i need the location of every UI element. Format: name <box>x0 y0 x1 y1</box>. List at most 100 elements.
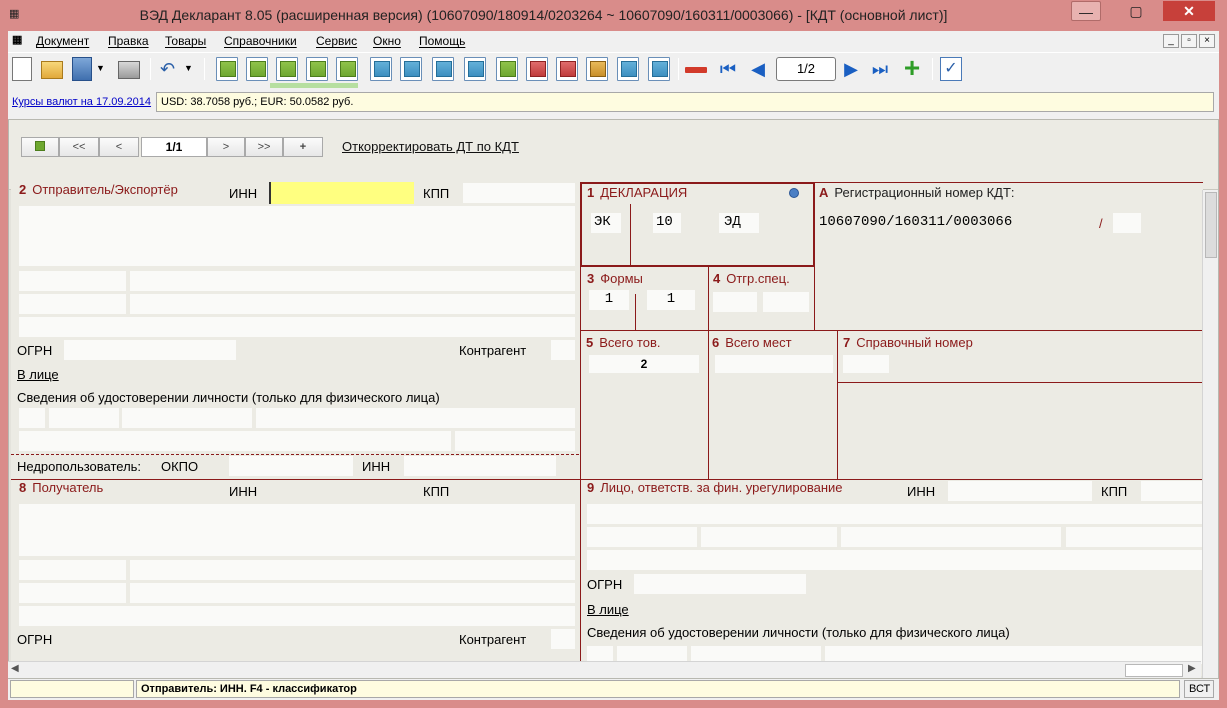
mdi-close-button[interactable]: × <box>1199 34 1215 48</box>
menu-references[interactable]: Справочники <box>224 34 297 48</box>
box2-v-lice-link[interactable]: В лице <box>17 367 59 382</box>
sender-id-series-input[interactable] <box>49 408 119 428</box>
form-icon[interactable] <box>526 57 548 81</box>
receiver-region-input[interactable] <box>130 560 575 580</box>
exchange-rates-link[interactable]: Курсы валют на 17.09.2014 <box>12 96 151 108</box>
forms-current-input[interactable]: 1 <box>589 290 629 310</box>
fin-person-ogrn-input[interactable] <box>634 574 806 594</box>
next-page-button[interactable]: > <box>207 137 245 157</box>
check-document-icon[interactable]: ✓ <box>940 57 962 81</box>
menu-window[interactable]: Окно <box>373 34 401 48</box>
sender-region-input[interactable] <box>130 271 575 291</box>
declaration-form-input[interactable]: ЭД <box>719 213 759 233</box>
sender-id-date-input[interactable] <box>455 431 575 451</box>
new-document-icon[interactable] <box>12 57 32 81</box>
kdt-correction-number-input[interactable] <box>1113 213 1141 233</box>
sender-kontragent-input[interactable] <box>551 340 575 360</box>
page-indicator[interactable]: 1/1 <box>141 137 207 157</box>
sender-kpp-input[interactable] <box>463 183 575 203</box>
correct-dt-link[interactable]: Откорректировать ДТ по КДТ <box>342 139 519 154</box>
sender-inn-input[interactable] <box>269 182 414 204</box>
form-icon[interactable] <box>246 57 268 81</box>
menu-document[interactable]: Документ <box>36 34 89 48</box>
form-icon[interactable] <box>464 57 486 81</box>
last-sheet-icon[interactable]: ⏭ <box>870 59 890 81</box>
maximize-button[interactable]: ▢ <box>1121 1 1151 21</box>
attachment-icon[interactable] <box>617 57 639 81</box>
mdi-restore-button[interactable]: ▫ <box>1181 34 1197 48</box>
nedro-okpo-input[interactable] <box>229 456 353 476</box>
total-goods-value[interactable]: 2 <box>589 355 699 373</box>
receiver-city-input[interactable] <box>130 583 575 603</box>
sender-city-input[interactable] <box>130 294 575 314</box>
form-icon[interactable] <box>400 57 422 81</box>
kdt-registration-number[interactable]: 10607090/160311/0003066 <box>817 213 1090 233</box>
nedro-inn-input[interactable] <box>404 456 556 476</box>
horizontal-scroll-thumb[interactable] <box>1125 664 1183 677</box>
shipping-spec-input-1[interactable] <box>713 292 757 312</box>
undo-icon[interactable]: ↶ <box>160 57 182 81</box>
vertical-scroll-thumb[interactable] <box>1205 192 1217 258</box>
last-page-button[interactable]: >> <box>245 137 283 157</box>
menu-goods[interactable]: Товары <box>165 34 206 48</box>
scroll-left-icon[interactable]: ◀ <box>11 663 19 674</box>
total-places-input[interactable] <box>715 355 833 373</box>
close-button[interactable]: ✕ <box>1163 1 1215 21</box>
sender-id-issuer-input[interactable] <box>256 408 575 428</box>
box9-v-lice-link[interactable]: В лице <box>587 602 629 617</box>
add-sheet-icon[interactable]: + <box>900 54 924 82</box>
excel-icon[interactable] <box>496 57 518 81</box>
fin-person-postcode-input[interactable] <box>701 527 837 547</box>
form-icon[interactable] <box>370 57 392 81</box>
sender-street-input[interactable] <box>19 317 575 337</box>
receiver-country-code-input[interactable] <box>19 560 126 580</box>
previous-page-button[interactable]: < <box>99 137 139 157</box>
fin-person-country-input[interactable] <box>587 527 697 547</box>
save-dropdown-icon[interactable]: ▼ <box>96 63 106 87</box>
undo-dropdown-icon[interactable]: ▼ <box>184 63 194 87</box>
previous-sheet-icon[interactable]: ◀ <box>748 59 768 81</box>
info-icon[interactable] <box>789 188 799 198</box>
sender-id-extra-input[interactable] <box>19 431 451 451</box>
vertical-scrollbar[interactable] <box>1202 190 1218 678</box>
mdi-minimize-button[interactable]: _ <box>1163 34 1179 48</box>
form-icon[interactable] <box>306 57 328 81</box>
form-icon[interactable] <box>432 57 454 81</box>
add-page-button[interactable]: + <box>283 137 323 157</box>
fin-person-region-input[interactable] <box>841 527 1061 547</box>
list-icon[interactable] <box>276 57 298 81</box>
declaration-type-input[interactable]: ЭК <box>591 213 621 233</box>
form-icon[interactable] <box>556 57 578 81</box>
declaration-procedure-input[interactable]: 10 <box>653 213 681 233</box>
menu-service[interactable]: Сервис <box>316 34 357 48</box>
fin-person-kpp-input[interactable] <box>1141 481 1203 501</box>
reference-number-input[interactable] <box>843 355 889 373</box>
shipping-spec-input-2[interactable] <box>763 292 809 312</box>
sender-ogrn-input[interactable] <box>64 340 236 360</box>
menu-edit[interactable]: Правка <box>108 34 149 48</box>
first-sheet-icon[interactable]: ⏮ <box>718 59 738 81</box>
open-folder-icon[interactable] <box>41 61 63 79</box>
receiver-postcode-input[interactable] <box>19 583 126 603</box>
menu-help[interactable]: Помощь <box>419 34 465 48</box>
sender-country-code-input[interactable] <box>19 271 126 291</box>
transfer-icon[interactable] <box>648 57 670 81</box>
next-sheet-icon[interactable]: ▶ <box>841 59 861 81</box>
save-icon[interactable] <box>72 57 92 81</box>
sender-id-type-input[interactable] <box>19 408 45 428</box>
page-view-button[interactable] <box>21 137 59 157</box>
forms-total-input[interactable]: 1 <box>647 290 695 310</box>
sheet-pager[interactable]: 1/2 <box>776 57 836 81</box>
first-page-button[interactable]: << <box>59 137 99 157</box>
fin-person-name-input[interactable] <box>587 504 1203 524</box>
scroll-right-icon[interactable]: ▶ <box>1188 663 1196 674</box>
form-icon[interactable] <box>336 57 358 81</box>
document-icon[interactable]: ▦ <box>12 33 28 49</box>
receiver-kontragent-input[interactable] <box>551 629 575 649</box>
sender-postcode-input[interactable] <box>19 294 126 314</box>
sender-name-input[interactable] <box>19 206 575 266</box>
minimize-button[interactable]: — <box>1071 1 1101 21</box>
fin-person-inn-input[interactable] <box>948 481 1092 501</box>
form-icon[interactable] <box>216 57 238 81</box>
fin-person-city-input[interactable] <box>1066 527 1203 547</box>
